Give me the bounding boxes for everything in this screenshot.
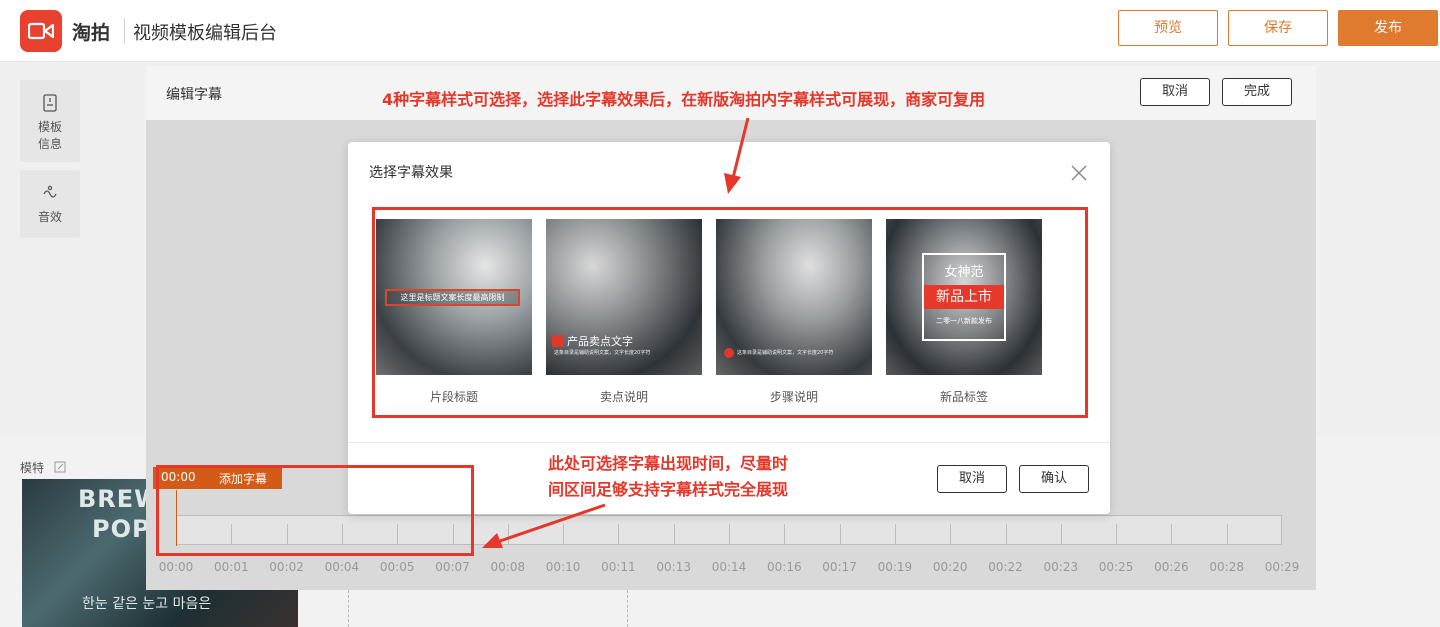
timeline-annotation-line1: 此处可选择字幕出现时间，尽量时 bbox=[548, 454, 789, 473]
page-title: 视频模板编辑后台 bbox=[133, 23, 277, 44]
divider bbox=[348, 590, 349, 627]
timeline-tick bbox=[1171, 524, 1173, 544]
close-icon[interactable] bbox=[1070, 164, 1088, 182]
timeline-tick bbox=[563, 524, 565, 544]
timeline-time-label: 00:20 bbox=[932, 560, 968, 574]
modal-cancel-button[interactable]: 取消 bbox=[937, 465, 1007, 493]
timeline-time-label: 00:05 bbox=[379, 560, 415, 574]
timeline-time-label: 00:26 bbox=[1154, 560, 1189, 574]
top-annotation: 4种字幕样式可选择，选择此字幕效果后，在新版淘拍内字幕样式可展现，商家可复用 bbox=[382, 90, 986, 109]
sidebar-item-label: 音效 bbox=[37, 210, 62, 224]
timeline-time-label: 00:19 bbox=[877, 560, 913, 574]
timeline-tick bbox=[894, 524, 896, 544]
timeline-time-label: 00:23 bbox=[1043, 560, 1079, 574]
template-info-icon bbox=[43, 94, 57, 112]
sidebar-item-label: 信息 bbox=[37, 137, 62, 151]
sidebar-item-sound-effect[interactable]: 音效 bbox=[20, 170, 80, 238]
save-button[interactable]: 保存 bbox=[1228, 10, 1328, 46]
editor-done-button[interactable]: 完成 bbox=[1222, 78, 1292, 106]
header-divider bbox=[124, 18, 125, 44]
timeline-time-label: 00:17 bbox=[822, 560, 857, 574]
timeline-tick bbox=[1226, 524, 1228, 544]
timeline-tick bbox=[673, 524, 675, 544]
timeline-time-label: 00:16 bbox=[767, 560, 802, 574]
divider bbox=[627, 590, 628, 627]
modal-confirm-button[interactable]: 确认 bbox=[1019, 465, 1089, 493]
edit-icon[interactable] bbox=[54, 461, 66, 473]
timeline-tick bbox=[950, 524, 952, 544]
timeline-annotation-line2: 间区间足够支持字幕样式完全展现 bbox=[548, 480, 789, 499]
editor-cancel-button[interactable]: 取消 bbox=[1140, 78, 1210, 106]
timeline-time-label: 00:13 bbox=[656, 560, 691, 574]
taopai-logo-icon bbox=[20, 10, 62, 52]
timeline-tick bbox=[729, 524, 730, 544]
timeline-time-label: 00:00 bbox=[158, 560, 194, 574]
modal-title: 选择字幕效果 bbox=[369, 165, 453, 181]
timeline-time-label: 00:25 bbox=[1098, 560, 1134, 574]
model-label: 模特 bbox=[20, 459, 66, 476]
timeline-tick bbox=[839, 524, 841, 544]
panel-title: 编辑字幕 bbox=[166, 87, 222, 103]
sidebar-item-template-info[interactable]: 模板 信息 bbox=[20, 80, 80, 162]
timeline-highlight-box bbox=[156, 465, 474, 556]
timeline-time-label: 00:28 bbox=[1209, 560, 1244, 574]
timeline-tick bbox=[507, 524, 509, 544]
model-label-text: 模特 bbox=[20, 461, 45, 475]
timeline-time-label: 00:02 bbox=[269, 560, 304, 574]
timeline-time-label: 00:07 bbox=[435, 560, 470, 574]
sidebar-item-label: 模板 bbox=[37, 120, 62, 134]
timeline-time-label: 00:08 bbox=[490, 560, 526, 574]
top-bar: 淘拍 视频模板编辑后台 预览 保存 发布 bbox=[0, 0, 1440, 62]
timeline-tick bbox=[1116, 524, 1118, 544]
timeline-time-label: 00:14 bbox=[711, 560, 747, 574]
timeline-time-label: 00:29 bbox=[1264, 560, 1300, 574]
publish-button[interactable]: 发布 bbox=[1338, 10, 1438, 46]
modal-divider bbox=[348, 442, 1110, 443]
timeline-time-label: 00:04 bbox=[324, 560, 360, 574]
timeline-time-label: 00:10 bbox=[545, 560, 581, 574]
timeline-time-label: 00:11 bbox=[601, 560, 636, 574]
timeline-tick bbox=[784, 524, 786, 544]
timeline-time-label: 00:22 bbox=[988, 560, 1023, 574]
sound-effect-icon bbox=[43, 185, 57, 198]
preview-button[interactable]: 预览 bbox=[1118, 10, 1218, 46]
timeline-tick bbox=[1005, 524, 1007, 544]
timeline-tick bbox=[1060, 524, 1062, 544]
options-highlight-box bbox=[372, 207, 1088, 418]
thumbnail-text: POP bbox=[92, 515, 151, 543]
timeline-tick bbox=[618, 524, 620, 544]
timeline-time-label: 00:01 bbox=[214, 560, 249, 574]
thumbnail-text: 한눈 같은 눈고 마음은 bbox=[82, 596, 212, 612]
brand-name: 淘拍 bbox=[72, 22, 111, 44]
